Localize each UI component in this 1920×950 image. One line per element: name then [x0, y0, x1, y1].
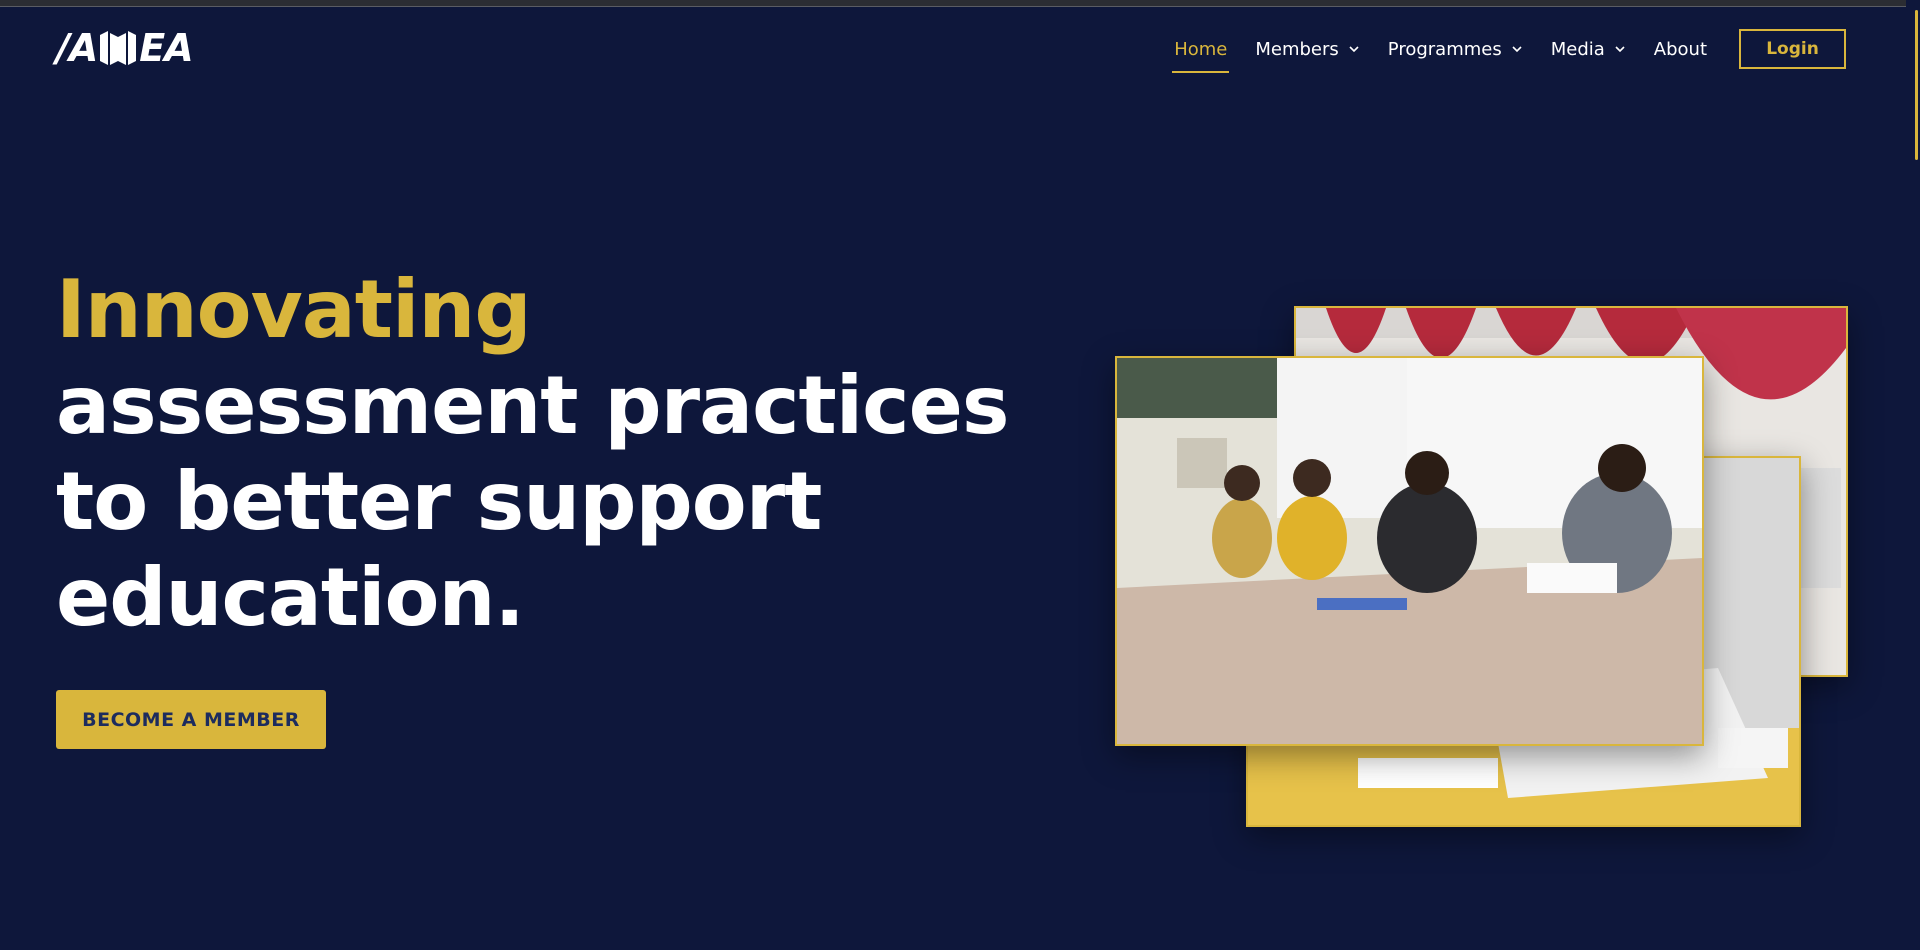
hero-line-accent: Innovating [56, 263, 532, 356]
main-nav: Home Members Programmes Media About Logi… [1160, 27, 1846, 73]
chevron-down-icon [1512, 46, 1522, 53]
chevron-down-icon [1615, 46, 1625, 53]
logo-text-right: EA [139, 26, 193, 70]
chevron-down-icon [1349, 46, 1359, 53]
nav-item-home[interactable]: Home [1160, 27, 1241, 73]
hero-line: to better support [56, 455, 822, 548]
become-member-button[interactable]: BECOME A MEMBER [56, 690, 326, 749]
book-icon [100, 31, 137, 65]
login-button[interactable]: Login [1739, 29, 1846, 69]
hero-headline: Innovating assessment practices to bette… [56, 262, 1009, 646]
nav-item-label: Programmes [1387, 38, 1502, 60]
nav-item-about[interactable]: About [1640, 27, 1721, 71]
hero-line: assessment practices [56, 359, 1009, 452]
hero-line: education. [56, 551, 525, 644]
nav-item-members[interactable]: Members [1241, 27, 1373, 71]
scrollbar-thumb[interactable] [1915, 10, 1918, 160]
nav-item-programmes[interactable]: Programmes [1374, 27, 1537, 71]
nav-item-label: Members [1255, 38, 1339, 60]
event-photo-front [1115, 356, 1704, 746]
scrollbar[interactable] [1906, 0, 1920, 950]
nav-item-label: Home [1174, 38, 1228, 60]
site-logo[interactable]: /A EA [56, 26, 194, 70]
nav-item-label: Media [1550, 38, 1605, 60]
nav-item-media[interactable]: Media [1537, 27, 1640, 71]
browser-top-line [0, 6, 1920, 7]
logo-text-left: /A [56, 26, 98, 70]
nav-item-label: About [1653, 38, 1707, 60]
